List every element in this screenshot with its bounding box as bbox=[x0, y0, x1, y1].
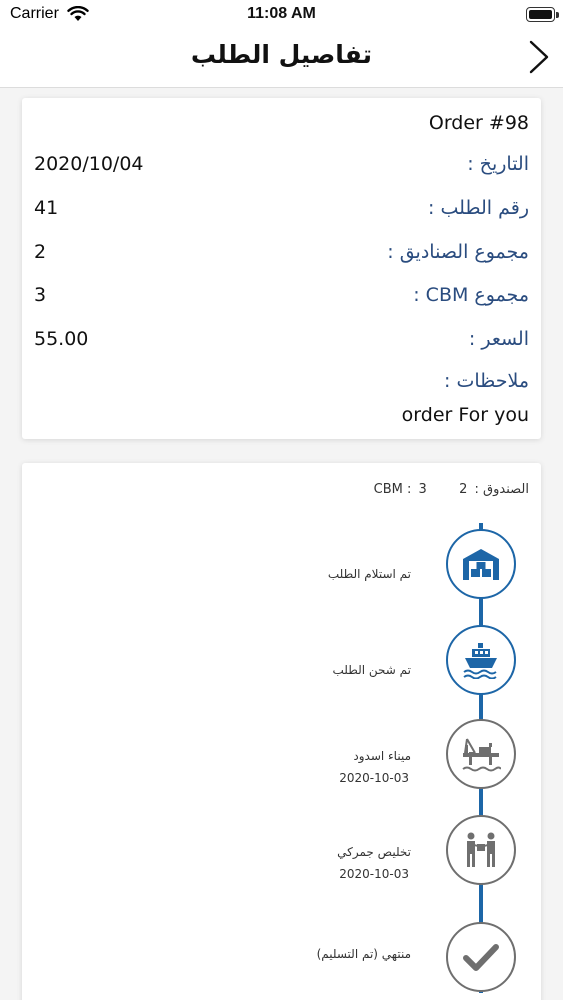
warehouse-icon bbox=[463, 549, 499, 580]
order-details-card: Order #98 التاريخ : 2020/10/04 رقم الطلب… bbox=[22, 98, 541, 439]
customs-handover-icon bbox=[467, 832, 495, 867]
clock-time: 11:08 AM bbox=[247, 5, 316, 22]
order-number: Order #98 bbox=[428, 112, 529, 134]
detail-row-order-id: رقم الطلب : 41 bbox=[34, 197, 529, 227]
detail-label: ملاحظات : bbox=[444, 370, 529, 392]
step-icon-circle bbox=[446, 529, 516, 599]
detail-value: 2020/10/04 bbox=[34, 153, 144, 175]
step-label: منتهي (تم التسليم) bbox=[316, 947, 411, 961]
navigation-bar: تفاصيل الطلب bbox=[0, 30, 563, 88]
timeline-step-customs: تخليص جمركي 2020-10-03 bbox=[22, 815, 541, 885]
detail-value: 55.00 bbox=[34, 328, 89, 350]
detail-label: السعر : bbox=[468, 328, 529, 350]
step-icon-circle bbox=[446, 815, 516, 885]
step-label: تخليص جمركي bbox=[337, 845, 411, 859]
box-label: الصندوق : bbox=[474, 482, 529, 497]
detail-label: التاريخ : bbox=[467, 153, 529, 175]
cbm-label: CBM : bbox=[373, 482, 412, 497]
step-label: تم شحن الطلب bbox=[332, 663, 411, 677]
step-icon-circle bbox=[446, 625, 516, 695]
detail-value: 41 bbox=[34, 197, 59, 219]
detail-label: رقم الطلب : bbox=[428, 197, 529, 219]
step-date: 2020-10-03 bbox=[339, 867, 409, 881]
timeline-step-shipped: تم شحن الطلب bbox=[22, 625, 541, 695]
chevron-right-icon[interactable] bbox=[524, 37, 554, 77]
detail-value: 2 bbox=[34, 241, 47, 263]
status-bar: Carrier 11:08 AM bbox=[0, 0, 563, 30]
box-summary: الصندوق : 2 CBM : 3 bbox=[371, 482, 529, 497]
timeline-step-port: ميناء اسدود 2020-10-03 bbox=[22, 719, 541, 789]
detail-row-notes: ملاحظات : bbox=[34, 370, 529, 400]
detail-row-total-boxes: مجموع الصناديق : 2 bbox=[34, 241, 529, 271]
detail-label: مجموع الصناديق : bbox=[387, 241, 529, 263]
timeline-step-delivered: منتهي (تم التسليم) bbox=[22, 922, 541, 992]
detail-row-total-cbm: مجموع CBM : 3 bbox=[34, 284, 529, 314]
step-label: ميناء اسدود bbox=[353, 749, 411, 763]
detail-row-price: السعر : 55.00 bbox=[34, 328, 529, 358]
cbm-value: 3 bbox=[418, 482, 427, 497]
battery-icon bbox=[526, 7, 559, 22]
port-crane-icon bbox=[462, 738, 501, 772]
ship-icon bbox=[463, 643, 497, 679]
step-icon-circle bbox=[446, 719, 516, 789]
detail-value: 3 bbox=[34, 284, 47, 306]
timeline-step-received: تم استلام الطلب bbox=[22, 529, 541, 599]
box-value: 2 bbox=[459, 482, 468, 497]
check-icon bbox=[463, 944, 499, 971]
page-title: تفاصيل الطلب bbox=[190, 40, 373, 69]
detail-label: مجموع CBM : bbox=[413, 284, 529, 306]
notes-value: order For you bbox=[401, 404, 529, 426]
step-icon-circle bbox=[446, 922, 516, 992]
box-tracking-card: الصندوق : 2 CBM : 3 تم استلام الطلب تم ش… bbox=[22, 463, 541, 1000]
detail-row-date: التاريخ : 2020/10/04 bbox=[34, 153, 529, 183]
step-date: 2020-10-03 bbox=[339, 771, 409, 785]
step-label: تم استلام الطلب bbox=[327, 567, 411, 581]
